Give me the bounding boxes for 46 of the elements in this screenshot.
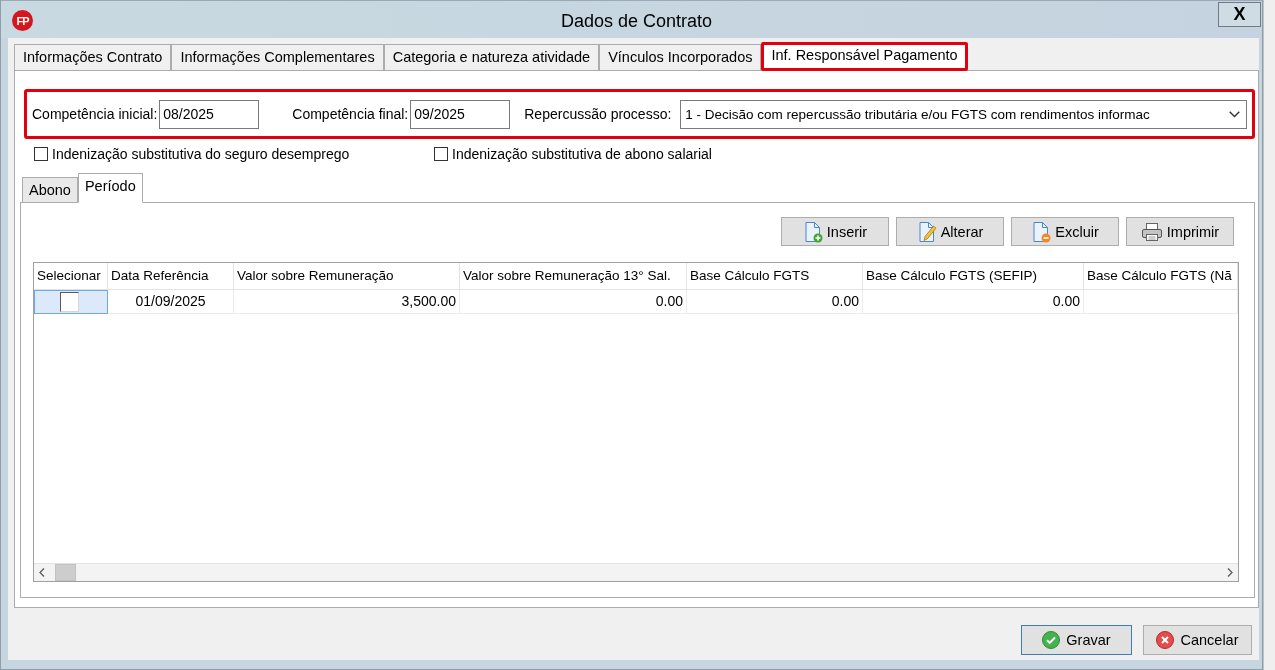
scrollbar-thumb[interactable] [55,564,76,581]
window-title: Dados de Contrato [560,11,713,32]
table-cell: 0.00 [687,290,863,314]
column-header: Base Cálculo FGTS (Nã [1084,263,1238,290]
table-cell: 01/09/2025 [108,290,234,314]
document-minus-icon [1031,220,1052,243]
field-label: Repercussão processo: [524,106,672,122]
toolbar-button[interactable]: Alterar [896,217,1004,246]
text-field[interactable]: 08/2025 [159,99,260,129]
table-cell: 0.00 [863,290,1084,314]
tab[interactable]: Informações Contrato [14,44,172,70]
tab[interactable]: Inf. Responsável Pagamento [761,42,968,71]
x-circle-icon [1156,631,1175,649]
dialog-button[interactable]: Cancelar [1143,625,1252,655]
dropdown[interactable]: 1 - Decisão com repercussão tributária e/ou FGTS com rendimentos informac [680,99,1247,129]
toolbar-button[interactable]: Inserir [781,217,889,246]
chevron-down-icon [1229,110,1240,118]
document-plus-icon [802,220,823,243]
tab[interactable]: Vínculos Incorporados [599,44,762,70]
tab[interactable]: Informações Complementares [171,44,384,70]
column-header: Valor sobre Remuneração 13° Sal. [460,263,687,290]
app-logo: FP [12,10,33,31]
column-header: Base Cálculo FGTS (SEFIP) [863,263,1084,290]
field-label: Competência final: [292,106,409,122]
toolbar-button[interactable]: Excluir [1011,217,1119,246]
checkbox-label: Indenização substitutiva de abono salarial [452,146,712,162]
close-button[interactable]: X [1218,2,1261,27]
tab[interactable]: Abono [22,177,78,202]
column-header: Valor sobre Remuneração [234,263,460,290]
printer-icon [1140,221,1163,242]
field-label: Competência inicial: [32,106,158,122]
tab[interactable]: Categoria e natureza atividade [383,44,600,70]
checkbox[interactable] [60,292,79,312]
dialog-button[interactable]: Gravar [1021,625,1132,655]
column-header: Data Referência [108,263,234,290]
document-pencil-icon [916,220,937,243]
tab[interactable]: Período [77,173,143,203]
check-circle-icon [1042,631,1061,649]
checkbox-label: Indenização substitutiva do seguro desemprego [52,146,350,162]
checkbox[interactable] [434,147,448,161]
table-cell: 0.00 [460,290,687,314]
text-field[interactable]: 09/2025 [410,99,511,129]
table-cell: 3,500.00 [234,290,460,314]
checkbox[interactable] [34,147,48,161]
column-header: Base Cálculo FGTS [687,263,863,290]
toolbar-button[interactable]: Imprimir [1126,217,1234,246]
